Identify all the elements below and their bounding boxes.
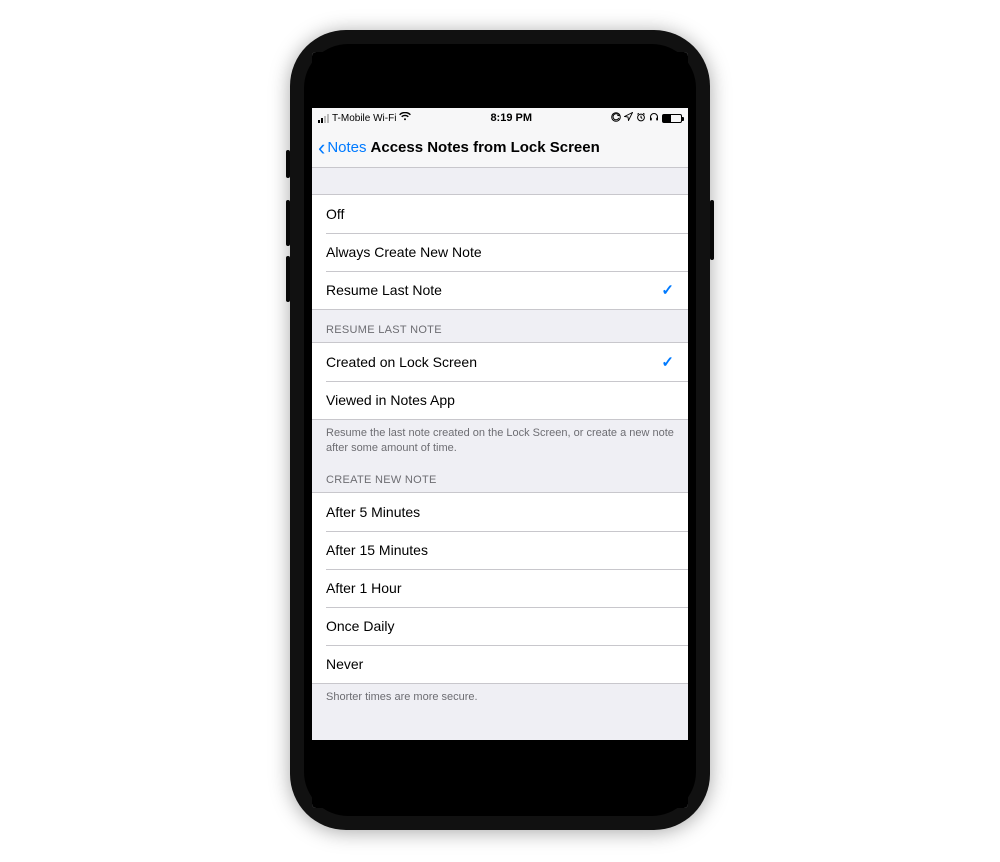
screen: T-Mobile Wi-Fi 8:19 PM [312, 52, 688, 808]
volume-down-button[interactable] [286, 256, 290, 302]
create-group-footer: Shorter times are more secure. [312, 684, 688, 709]
option-resume-last[interactable]: Resume Last Note ✓ [312, 271, 688, 309]
option-label: Always Create New Note [326, 244, 482, 260]
option-viewed-in-app[interactable]: Viewed in Notes App [312, 381, 688, 419]
screen-bezel-bottom [312, 740, 688, 808]
bottom-spacer [312, 709, 688, 719]
option-always-create[interactable]: Always Create New Note [312, 233, 688, 271]
option-after-1-hour[interactable]: After 1 Hour [312, 569, 688, 607]
wifi-icon [399, 112, 411, 124]
location-icon [624, 112, 633, 124]
option-created-lock-screen[interactable]: Created on Lock Screen ✓ [312, 343, 688, 381]
option-label: Created on Lock Screen [326, 354, 477, 370]
chevron-left-icon: ‹ [318, 137, 325, 159]
status-time: 8:19 PM [490, 112, 532, 124]
option-after-15-min[interactable]: After 15 Minutes [312, 531, 688, 569]
option-label: After 5 Minutes [326, 504, 420, 520]
carrier-label: T-Mobile Wi-Fi [332, 113, 396, 124]
create-group-header: CREATE NEW NOTE [312, 460, 688, 492]
back-label: Notes [327, 139, 366, 156]
status-left: T-Mobile Wi-Fi [318, 112, 411, 124]
cellular-signal-icon [318, 114, 329, 123]
orientation-lock-icon [611, 112, 621, 125]
option-label: Never [326, 656, 363, 672]
option-off[interactable]: Off [312, 195, 688, 233]
resume-group-footer: Resume the last note created on the Lock… [312, 420, 688, 460]
status-bar: T-Mobile Wi-Fi 8:19 PM [312, 108, 688, 128]
volume-up-button[interactable] [286, 200, 290, 246]
phone-frame: T-Mobile Wi-Fi 8:19 PM [290, 30, 710, 830]
phone-inner: T-Mobile Wi-Fi 8:19 PM [304, 44, 696, 816]
group-spacer [312, 168, 688, 194]
page-title: Access Notes from Lock Screen [371, 139, 600, 156]
create-group: After 5 Minutes After 15 Minutes After 1… [312, 492, 688, 684]
option-label: After 1 Hour [326, 580, 401, 596]
option-never[interactable]: Never [312, 645, 688, 683]
option-after-5-min[interactable]: After 5 Minutes [312, 493, 688, 531]
option-label: Once Daily [326, 618, 394, 634]
headphones-icon [649, 112, 659, 125]
battery-icon [662, 114, 682, 123]
alarm-icon [636, 112, 646, 125]
checkmark-icon: ✓ [661, 281, 674, 299]
resume-group-header: RESUME LAST NOTE [312, 310, 688, 342]
power-button[interactable] [710, 200, 714, 260]
access-mode-group: Off Always Create New Note Resume Last N… [312, 194, 688, 310]
status-right [611, 112, 682, 125]
option-label: Resume Last Note [326, 282, 442, 298]
nav-bar: ‹ Notes Access Notes from Lock Screen [312, 128, 688, 168]
screen-bezel-top [312, 52, 688, 108]
mute-switch[interactable] [286, 150, 290, 178]
settings-content[interactable]: Off Always Create New Note Resume Last N… [312, 168, 688, 740]
option-label: Off [326, 206, 344, 222]
option-once-daily[interactable]: Once Daily [312, 607, 688, 645]
back-button[interactable]: ‹ Notes [318, 137, 367, 159]
option-label: After 15 Minutes [326, 542, 428, 558]
resume-group: Created on Lock Screen ✓ Viewed in Notes… [312, 342, 688, 420]
option-label: Viewed in Notes App [326, 392, 455, 408]
checkmark-icon: ✓ [661, 353, 674, 371]
